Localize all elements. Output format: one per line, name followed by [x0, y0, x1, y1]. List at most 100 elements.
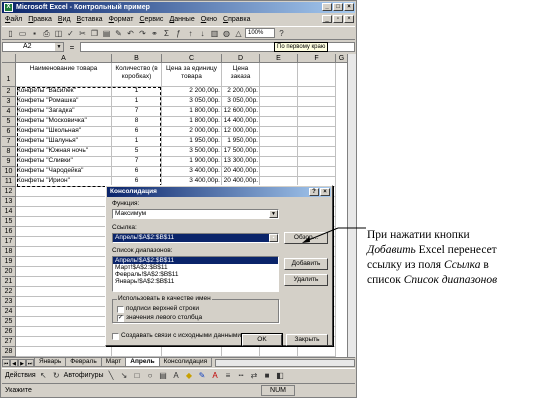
function-icon[interactable]: ƒ — [173, 28, 184, 39]
last-sheet-icon[interactable]: ⏭ — [26, 358, 34, 367]
format-painter-icon[interactable]: ✎ — [113, 28, 124, 39]
name-box[interactable]: A2 ▼ — [2, 42, 64, 52]
row-header[interactable]: 28 — [2, 347, 16, 357]
empty-cell[interactable] — [298, 347, 336, 357]
empty-cell[interactable] — [162, 347, 222, 357]
fill-color-icon[interactable]: ◆ — [184, 370, 195, 381]
function-select[interactable]: Максимум ▼ — [112, 209, 279, 219]
redo-icon[interactable]: ↷ — [137, 28, 148, 39]
table-cell[interactable]: Конфеты "Ирион" — [16, 177, 112, 187]
row-header[interactable]: 21 — [2, 277, 16, 287]
row-header[interactable]: 25 — [2, 317, 16, 327]
empty-cell[interactable] — [260, 63, 298, 87]
tab-april[interactable]: Апрель — [125, 358, 160, 367]
empty-cell[interactable] — [16, 257, 112, 267]
menu-help[interactable]: Справка — [220, 14, 253, 25]
row-header[interactable]: 8 — [2, 147, 16, 157]
dialog-help-button[interactable]: ? — [309, 188, 319, 196]
table-cell[interactable]: 7 — [112, 107, 162, 117]
table-cell[interactable]: Конфеты "Чародейка" — [16, 167, 112, 177]
tab-february[interactable]: Февраль — [65, 358, 102, 367]
empty-cell[interactable] — [260, 137, 298, 147]
empty-cell[interactable] — [298, 147, 336, 157]
empty-cell[interactable] — [260, 87, 298, 97]
table-cell[interactable]: 3 500,00р. — [162, 147, 222, 157]
print-icon[interactable]: ⎙ — [41, 28, 52, 39]
empty-cell[interactable] — [16, 217, 112, 227]
delete-button[interactable]: Удалить — [284, 274, 328, 286]
top-row-checkbox[interactable]: подписи верхней строки — [117, 305, 199, 313]
empty-cell[interactable] — [260, 347, 298, 357]
spell-icon[interactable]: ✓ — [65, 28, 76, 39]
table-cell[interactable]: 20 400,00р. — [222, 167, 260, 177]
empty-cell[interactable] — [298, 63, 336, 87]
empty-cell[interactable] — [298, 87, 336, 97]
new-icon[interactable]: ▯ — [5, 28, 16, 39]
row-header[interactable]: 10 — [2, 167, 16, 177]
table-cell[interactable]: 1 — [112, 97, 162, 107]
empty-cell[interactable] — [260, 107, 298, 117]
table-cell[interactable]: 14 400,00р. — [222, 117, 260, 127]
empty-cell[interactable] — [16, 327, 112, 337]
select-arrow-icon[interactable]: ↖ — [38, 370, 49, 381]
doc-close-button[interactable]: × — [344, 15, 354, 23]
table-cell[interactable]: 1 950,00р. — [162, 137, 222, 147]
empty-cell[interactable] — [16, 337, 112, 347]
line-style-icon[interactable]: ≡ — [223, 370, 234, 381]
zoom-select[interactable]: 100% — [245, 28, 275, 38]
drawing-icon[interactable]: △ — [233, 28, 244, 39]
table-cell[interactable]: 1 800,00р. — [162, 117, 222, 127]
arrow-style-icon[interactable]: ⇄ — [249, 370, 260, 381]
row-header[interactable]: 27 — [2, 337, 16, 347]
textbox-icon[interactable]: ▤ — [158, 370, 169, 381]
preview-icon[interactable]: ◫ — [53, 28, 64, 39]
table-header-cell[interactable]: Количество (в коробках) — [112, 63, 162, 87]
row-header[interactable]: 4 — [2, 107, 16, 117]
empty-cell[interactable] — [16, 317, 112, 327]
row-header[interactable]: 15 — [2, 217, 16, 227]
table-cell[interactable]: 2 200,00р. — [222, 87, 260, 97]
prev-sheet-icon[interactable]: ◀ — [10, 358, 18, 367]
table-cell[interactable]: Конфеты "Школьная" — [16, 127, 112, 137]
line-color-icon[interactable]: ✎ — [197, 370, 208, 381]
undo-icon[interactable]: ↶ — [125, 28, 136, 39]
empty-cell[interactable] — [298, 127, 336, 137]
table-cell[interactable]: 12 000,00р. — [222, 127, 260, 137]
empty-cell[interactable] — [298, 167, 336, 177]
row-header[interactable]: 11 — [2, 177, 16, 187]
empty-cell[interactable] — [298, 137, 336, 147]
row-header[interactable]: 18 — [2, 247, 16, 257]
table-cell[interactable]: 3 050,00р. — [162, 97, 222, 107]
table-cell[interactable]: Конфеты "Василек" — [16, 87, 112, 97]
row-header[interactable]: 26 — [2, 327, 16, 337]
column-header[interactable]: D — [222, 54, 260, 63]
menu-window[interactable]: Окно — [198, 14, 220, 25]
table-header-cell[interactable]: Цена заказа — [222, 63, 260, 87]
menu-format[interactable]: Формат — [106, 14, 137, 25]
row-header[interactable]: 1 — [2, 63, 16, 87]
menu-file[interactable]: Файл — [2, 14, 25, 25]
line-icon[interactable]: ╲ — [106, 370, 117, 381]
empty-cell[interactable] — [16, 197, 112, 207]
empty-cell[interactable] — [260, 167, 298, 177]
row-header[interactable]: 23 — [2, 297, 16, 307]
empty-cell[interactable] — [260, 97, 298, 107]
column-header[interactable]: B — [112, 54, 162, 63]
table-cell[interactable]: 6 — [112, 167, 162, 177]
row-header[interactable]: 12 — [2, 187, 16, 197]
dialog-close-button[interactable]: × — [320, 188, 330, 196]
table-cell[interactable]: 1 — [112, 137, 162, 147]
menu-tools[interactable]: Сервис — [136, 14, 166, 25]
table-cell[interactable]: 8 — [112, 117, 162, 127]
next-sheet-icon[interactable]: ▶ — [18, 358, 26, 367]
empty-cell[interactable] — [298, 157, 336, 167]
row-header[interactable]: 13 — [2, 197, 16, 207]
table-cell[interactable]: Конфеты "Сливки" — [16, 157, 112, 167]
row-header[interactable]: 9 — [2, 157, 16, 167]
save-icon[interactable]: ▪ — [29, 28, 40, 39]
empty-cell[interactable] — [16, 287, 112, 297]
horizontal-scrollbar[interactable] — [215, 358, 355, 367]
row-header[interactable]: 6 — [2, 127, 16, 137]
table-cell[interactable]: 12 600,00р. — [222, 107, 260, 117]
table-cell[interactable]: 1 950,00р. — [222, 137, 260, 147]
